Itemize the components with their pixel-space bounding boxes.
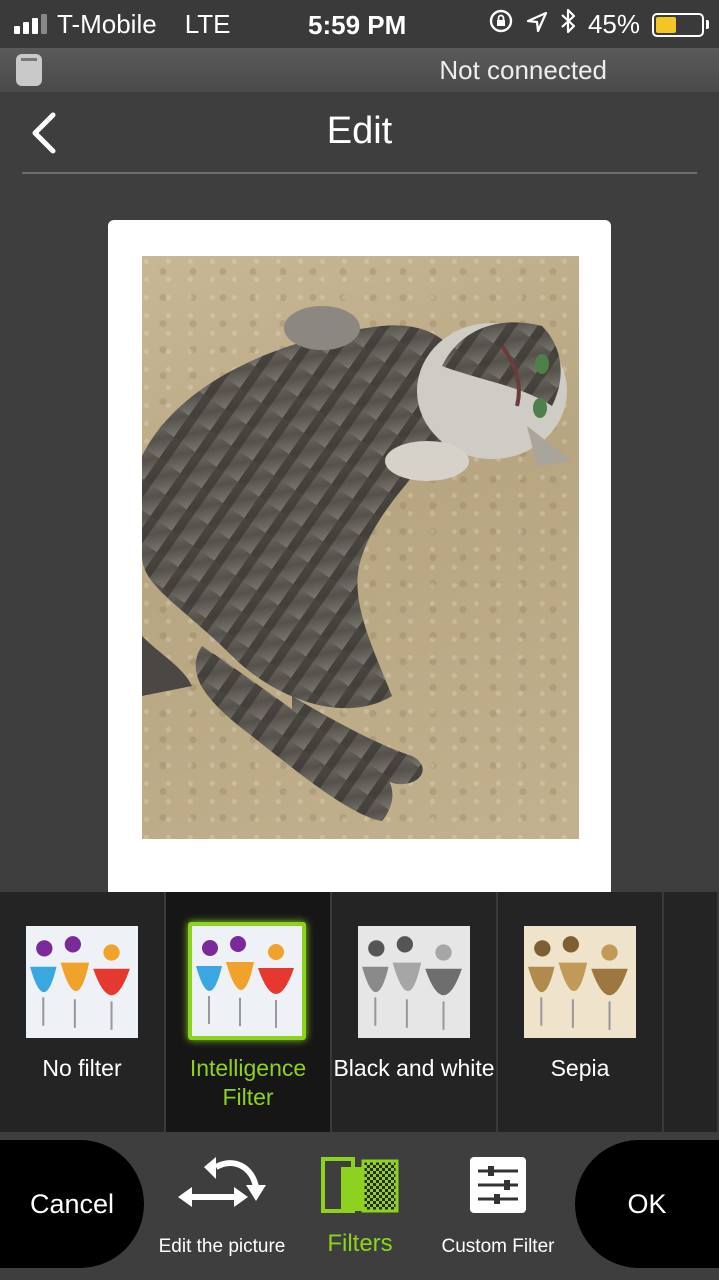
network-type: LTE: [184, 8, 231, 39]
printer-icon: [16, 54, 42, 86]
connection-bar: Not connected: [0, 48, 719, 92]
location-icon: [526, 9, 548, 40]
filters-label: Filters: [327, 1230, 393, 1257]
filter-option-black-and-white[interactable]: Black and white: [332, 892, 498, 1132]
filter-strip: No filter Intelligence Filter Black and …: [0, 892, 719, 1132]
cat-photo: [142, 306, 572, 821]
filter-option-no-filter[interactable]: No filter: [0, 892, 166, 1132]
battery-icon: [652, 12, 709, 37]
header: Edit: [0, 92, 719, 176]
filter-option-sepia[interactable]: Sepia: [498, 892, 664, 1132]
filter-label: Sepia: [550, 1055, 610, 1081]
filter-label: Intelligence Filter: [189, 1055, 307, 1110]
signal-icon: [14, 14, 47, 34]
cocktail-thumbnail-image: [358, 926, 470, 1038]
print-preview-frame: [108, 220, 611, 892]
sliders-icon: [418, 1150, 578, 1220]
cocktail-thumbnail-image: [524, 926, 636, 1038]
edit-picture-button[interactable]: Edit the picture: [142, 1150, 302, 1270]
cancel-button[interactable]: Cancel: [0, 1140, 144, 1268]
filter-thumbnail: [524, 926, 636, 1038]
custom-filter-button[interactable]: Custom Filter: [418, 1150, 578, 1270]
preview-area: [0, 176, 719, 892]
filter-thumbnail: [188, 922, 306, 1040]
cocktail-thumbnail-image: [26, 926, 138, 1038]
ok-button[interactable]: OK: [575, 1140, 719, 1268]
photo-preview[interactable]: [142, 256, 579, 839]
battery-percent: 45%: [587, 9, 640, 39]
carrier-name: T-Mobile: [57, 8, 157, 39]
filter-label: No filter: [42, 1055, 122, 1081]
filter-option-intelligence[interactable]: Intelligence Filter: [166, 892, 332, 1132]
page-title: Edit: [326, 110, 393, 152]
filter-label: Black and white: [333, 1055, 495, 1081]
filter-thumbnail: [26, 926, 138, 1038]
filter-thumbnail: [358, 926, 470, 1038]
rotation-lock-icon: [488, 8, 514, 41]
filter-option-partial[interactable]: [664, 892, 719, 1132]
edit-picture-label: Edit the picture: [158, 1236, 286, 1257]
clock: 5:59 PM: [308, 10, 407, 40]
status-bar: T-Mobile LTE 5:59 PM 45%: [0, 0, 719, 48]
rotate-arrows-icon: [142, 1150, 302, 1220]
bottom-toolbar: Cancel Edit the picture Filters Custom F…: [0, 1132, 719, 1280]
filters-button[interactable]: Filters: [280, 1150, 440, 1270]
connection-status: Not connected: [439, 55, 607, 85]
custom-filter-label: Custom Filter: [441, 1236, 555, 1257]
header-divider: [22, 172, 697, 174]
cocktail-thumbnail-image: [192, 926, 302, 1036]
filters-icon: [280, 1150, 440, 1220]
bluetooth-icon: [560, 8, 576, 41]
